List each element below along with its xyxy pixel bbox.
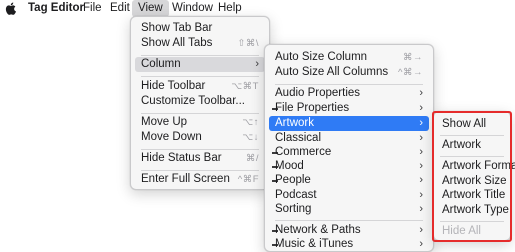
- menu-item-label: Move Up: [141, 116, 188, 128]
- menu-item-artwork[interactable]: Artwork ›: [269, 116, 429, 131]
- menu-item-label: Classical: [275, 132, 322, 144]
- menu-item-people[interactable]: People ›: [269, 173, 429, 188]
- menu-item-artwork-column[interactable]: Artwork: [436, 138, 508, 153]
- menu-item-artwork-format[interactable]: Artwork Format: [436, 159, 515, 174]
- menu-item-shortcut: ⌘/: [245, 153, 259, 164]
- menu-item-move-down[interactable]: Move Down ⌥↓: [135, 130, 265, 145]
- chevron-right-icon: ›: [255, 58, 259, 70]
- chevron-right-icon: ›: [419, 174, 423, 186]
- menu-item-label: Customize Toolbar...: [141, 95, 245, 107]
- menu-separator: [141, 113, 259, 114]
- menu-item-artwork-size[interactable]: Artwork Size: [436, 174, 508, 189]
- menu-item-auto-size-all-columns[interactable]: Auto Size All Columns ^⌘→: [269, 65, 429, 80]
- menu-item-classical[interactable]: Classical ›: [269, 131, 429, 146]
- menu-separator: [440, 221, 504, 222]
- menu-item-move-up[interactable]: Move Up ⌥↑: [135, 115, 265, 130]
- menu-item-label: Show Tab Bar: [141, 22, 213, 34]
- menu-item-shortcut: ⌥↑: [242, 117, 259, 128]
- menu-item-show-all[interactable]: Show All: [436, 117, 508, 132]
- menu-item-show-tab-bar[interactable]: Show Tab Bar: [135, 21, 265, 36]
- menu-item-label: File Properties: [275, 102, 350, 114]
- chevron-right-icon: ›: [419, 238, 423, 250]
- menu-separator: [141, 170, 259, 171]
- menu-item-label: Auto Size Column: [275, 51, 368, 63]
- menu-item-label: Show All: [442, 118, 487, 130]
- menu-item-label: Column: [141, 58, 181, 70]
- chevron-right-icon: ›: [419, 132, 423, 144]
- menu-item-shortcut: ⇧⌘\: [237, 38, 259, 49]
- menubar-window[interactable]: Window: [166, 0, 219, 17]
- chevron-right-icon: ›: [419, 102, 423, 114]
- menu-item-label: Auto Size All Columns: [275, 66, 389, 78]
- menu-item-network-paths[interactable]: Network & Paths ›: [269, 223, 429, 238]
- menu-item-label: Music & iTunes: [275, 238, 354, 250]
- chevron-right-icon: ›: [419, 224, 423, 236]
- menu-item-label: Artwork Format: [442, 160, 515, 172]
- menu-item-label: Audio Properties: [275, 87, 361, 99]
- menu-item-hide-status-bar[interactable]: Hide Status Bar ⌘/: [135, 151, 265, 166]
- menu-item-label: Hide All: [442, 225, 481, 237]
- chevron-right-icon: ›: [419, 117, 423, 129]
- menu-item-podcast[interactable]: Podcast ›: [269, 188, 429, 203]
- menu-item-column[interactable]: Column ›: [135, 57, 265, 72]
- menu-item-show-all-tabs[interactable]: Show All Tabs ⇧⌘\: [135, 36, 265, 51]
- menu-item-label: Show All Tabs: [141, 37, 213, 49]
- menu-item-label: Commerce: [275, 146, 332, 158]
- chevron-right-icon: ›: [419, 87, 423, 99]
- menu-item-sorting[interactable]: Sorting ›: [269, 202, 429, 217]
- menu-item-mood[interactable]: Mood ›: [269, 159, 429, 174]
- menu-item-label: Artwork Size: [442, 175, 507, 187]
- menu-item-label: People: [275, 174, 311, 186]
- menu-item-auto-size-column[interactable]: Auto Size Column ⌘→: [269, 50, 429, 65]
- chevron-right-icon: ›: [419, 203, 423, 215]
- menu-item-label: Podcast: [275, 189, 317, 201]
- menubar-help[interactable]: Help: [212, 0, 248, 17]
- menu-item-shortcut: ^⌘→: [398, 67, 423, 78]
- menu-separator: [440, 135, 504, 136]
- menu-item-label: Hide Toolbar: [141, 80, 206, 92]
- menu-separator: [141, 149, 259, 150]
- menu-item-label: Move Down: [141, 131, 202, 143]
- menubar-view[interactable]: View: [132, 0, 169, 17]
- menu-bar: Tag Editor File Edit View Window Help: [0, 0, 515, 17]
- menu-item-shortcut: ⌘→: [403, 52, 423, 63]
- menu-item-customize-toolbar[interactable]: Customize Toolbar...: [135, 94, 265, 109]
- menu-item-hide-toolbar[interactable]: Hide Toolbar ⌥⌘T: [135, 79, 265, 94]
- menu-item-music-itunes[interactable]: Music & iTunes ›: [269, 237, 429, 252]
- menu-separator: [440, 156, 504, 157]
- menu-separator: [141, 55, 259, 56]
- menu-item-enter-full-screen[interactable]: Enter Full Screen ^⌘F: [135, 172, 265, 187]
- chevron-right-icon: ›: [419, 189, 423, 201]
- chevron-right-icon: ›: [419, 146, 423, 158]
- column-submenu: Auto Size Column ⌘→ Auto Size All Column…: [264, 44, 434, 252]
- menu-item-label: Artwork: [275, 117, 314, 129]
- menu-item-label: Hide Status Bar: [141, 152, 222, 164]
- menu-item-shortcut: ⌥⌘T: [231, 81, 259, 92]
- menu-item-label: Enter Full Screen: [141, 173, 230, 185]
- artwork-submenu: Show All Artwork Artwork Format Artwork …: [433, 111, 515, 241]
- menubar-file[interactable]: File: [77, 0, 108, 17]
- menu-item-commerce[interactable]: Commerce ›: [269, 145, 429, 160]
- menu-item-shortcut: ^⌘F: [237, 174, 259, 185]
- menu-item-label: Artwork Title: [442, 189, 506, 201]
- menu-item-artwork-title[interactable]: Artwork Title: [436, 188, 508, 203]
- menu-item-audio-properties[interactable]: Audio Properties ›: [269, 86, 429, 101]
- menu-item-label: Network & Paths: [275, 224, 361, 236]
- menu-item-artwork-type[interactable]: Artwork Type: [436, 203, 509, 218]
- menu-separator: [275, 220, 423, 221]
- menu-item-label: Sorting: [275, 203, 312, 215]
- menu-item-label: Artwork Type: [442, 204, 509, 216]
- menu-separator: [275, 84, 423, 85]
- menu-separator: [141, 76, 259, 77]
- menu-item-shortcut: ⌥↓: [242, 132, 259, 143]
- chevron-right-icon: ›: [419, 160, 423, 172]
- menu-item-file-properties[interactable]: File Properties ›: [269, 101, 429, 116]
- menu-item-hide-all: Hide All: [436, 224, 508, 239]
- apple-logo-icon[interactable]: [5, 2, 16, 15]
- menu-item-label: Artwork: [442, 139, 481, 151]
- menu-item-label: Mood: [275, 160, 304, 172]
- view-menu: Show Tab Bar Show All Tabs ⇧⌘\ Column › …: [130, 16, 270, 190]
